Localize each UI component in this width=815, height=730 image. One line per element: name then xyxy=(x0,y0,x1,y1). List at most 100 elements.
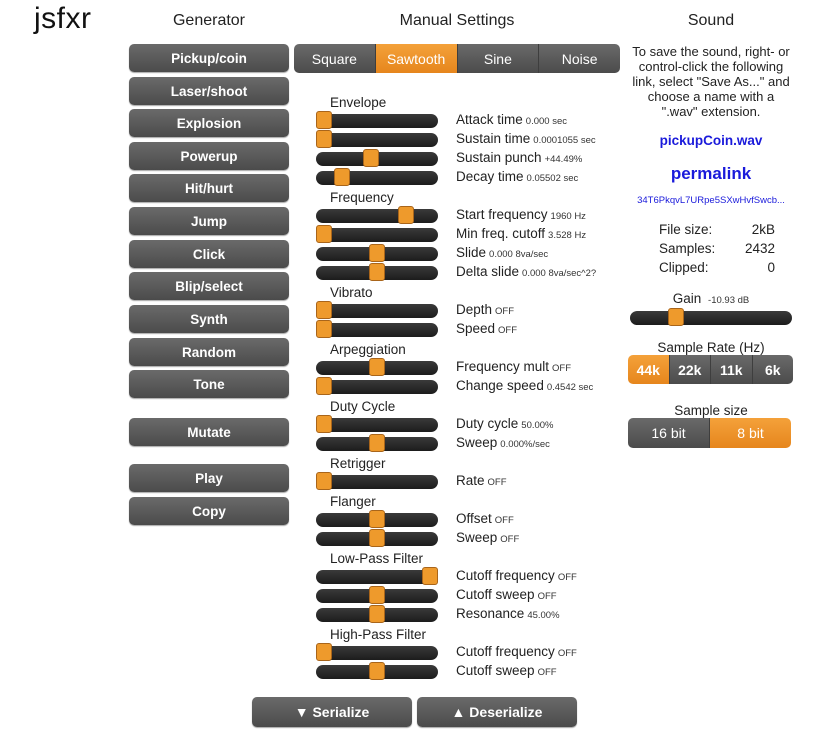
slider-track[interactable] xyxy=(316,225,438,243)
hit-hurt-button[interactable]: Hit/hurt xyxy=(129,174,289,202)
slider-label: Duty cycle 50.00% xyxy=(456,416,554,431)
slider-label-text: Delta slide xyxy=(456,264,520,279)
slider-knob[interactable] xyxy=(316,111,332,129)
slider-knob[interactable] xyxy=(369,586,385,604)
slider-sustain-punch: Sustain punch +44.49% xyxy=(316,149,636,167)
tab-sawtooth[interactable]: Sawtooth xyxy=(375,44,458,73)
permalink-link[interactable]: permalink xyxy=(630,164,792,184)
slider-track[interactable] xyxy=(316,605,438,623)
synth-button[interactable]: Synth xyxy=(129,305,289,333)
slider-knob[interactable] xyxy=(422,567,438,585)
slider-knob[interactable] xyxy=(316,377,332,395)
rate-44k-button[interactable]: 44k xyxy=(628,355,670,384)
sample-rate-selector: 44k 22k 11k 6k xyxy=(628,355,793,384)
slider-track[interactable] xyxy=(316,130,438,148)
slider-label-text: Depth xyxy=(456,302,493,317)
slider-track[interactable] xyxy=(316,263,438,281)
slider-track[interactable] xyxy=(316,510,438,528)
tab-sine[interactable]: Sine xyxy=(457,44,540,73)
slider-start-frequency: Start frequency 1960 Hz xyxy=(316,206,636,224)
slider-value: 45.00% xyxy=(527,610,560,621)
mutate-button[interactable]: Mutate xyxy=(129,418,289,446)
laser-shoot-button[interactable]: Laser/shoot xyxy=(129,77,289,105)
slider-knob[interactable] xyxy=(316,472,332,490)
copy-button[interactable]: Copy xyxy=(129,497,289,525)
section-envelope: Envelope xyxy=(330,95,387,110)
gain-slider[interactable] xyxy=(630,308,792,326)
slider-knob[interactable] xyxy=(316,225,332,243)
slider-knob[interactable] xyxy=(316,415,332,433)
slider-knob[interactable] xyxy=(369,662,385,680)
slider-label-text: Start frequency xyxy=(456,207,548,222)
slider-value: OFF xyxy=(537,667,557,678)
slider-value: OFF xyxy=(552,363,572,374)
powerup-button[interactable]: Powerup xyxy=(129,142,289,170)
slider-track[interactable] xyxy=(316,358,438,376)
slider-track[interactable] xyxy=(316,206,438,224)
slider-knob[interactable] xyxy=(369,529,385,547)
section-flanger: Flanger xyxy=(330,494,376,509)
slider-track[interactable] xyxy=(316,149,438,167)
slider-track[interactable] xyxy=(316,643,438,661)
slider-label: Offset OFF xyxy=(456,511,514,526)
slider-label-text: Rate xyxy=(456,473,485,488)
slider-retrigger-rate: Rate OFF xyxy=(316,472,636,490)
slider-knob[interactable] xyxy=(369,263,385,281)
play-button[interactable]: Play xyxy=(129,464,289,492)
slider-track[interactable] xyxy=(316,472,438,490)
slider-track[interactable] xyxy=(316,662,438,680)
slider-label: Sustain time 0.0001055 sec xyxy=(456,131,596,146)
samples-label: Samples: xyxy=(659,241,716,256)
slider-track[interactable] xyxy=(316,301,438,319)
slider-knob[interactable] xyxy=(369,244,385,262)
slider-track[interactable] xyxy=(316,529,438,547)
permalink-code-link[interactable]: 34T6PkqvL7URpe5SXwHvfSwcb... xyxy=(627,195,795,206)
slider-track[interactable] xyxy=(316,320,438,338)
slider-knob[interactable] xyxy=(397,206,414,224)
slider-knob[interactable] xyxy=(362,149,379,167)
random-button[interactable]: Random xyxy=(129,338,289,366)
slider-knob[interactable] xyxy=(334,168,351,186)
samples-value: 2432 xyxy=(744,241,775,256)
rate-22k-button[interactable]: 22k xyxy=(669,355,711,384)
slider-knob[interactable] xyxy=(369,434,385,452)
pickup-coin-button[interactable]: Pickup/coin xyxy=(129,44,289,72)
slider-track[interactable] xyxy=(316,111,438,129)
slider-knob[interactable] xyxy=(369,605,385,623)
slider-label: Attack time 0.000 sec xyxy=(456,112,567,127)
rate-6k-button[interactable]: 6k xyxy=(752,355,793,384)
slider-knob[interactable] xyxy=(369,358,385,376)
serialize-button[interactable]: ▼ Serialize xyxy=(252,697,412,727)
jump-button[interactable]: Jump xyxy=(129,207,289,235)
slider-label: Cutoff sweep OFF xyxy=(456,663,557,678)
slider-track[interactable] xyxy=(316,415,438,433)
size-16bit-button[interactable]: 16 bit xyxy=(628,418,710,448)
slider-track[interactable] xyxy=(316,244,438,262)
section-arpeggiation: Arpeggiation xyxy=(330,342,406,357)
tone-button[interactable]: Tone xyxy=(129,370,289,398)
blip-select-button[interactable]: Blip/select xyxy=(129,272,289,300)
slider-knob[interactable] xyxy=(316,320,332,338)
explosion-button[interactable]: Explosion xyxy=(129,109,289,137)
size-8bit-button[interactable]: 8 bit xyxy=(710,418,791,448)
slider-track[interactable] xyxy=(316,168,438,186)
slider-track[interactable] xyxy=(316,586,438,604)
tab-square[interactable]: Square xyxy=(294,44,376,73)
gain-slider-knob[interactable] xyxy=(667,308,684,326)
slider-value: 0.000 8va/sec xyxy=(489,249,549,260)
slider-knob[interactable] xyxy=(316,643,332,661)
slider-knob[interactable] xyxy=(369,510,385,528)
slider-vibrato-speed: Speed OFF xyxy=(316,320,636,338)
gain-title: Gain -10.93 dB xyxy=(630,291,792,306)
slider-value: 0.0001055 sec xyxy=(533,135,596,146)
slider-knob[interactable] xyxy=(316,301,332,319)
rate-11k-button[interactable]: 11k xyxy=(711,355,753,384)
slider-track[interactable] xyxy=(316,434,438,452)
deserialize-button[interactable]: ▲ Deserialize xyxy=(417,697,577,727)
click-button[interactable]: Click xyxy=(129,240,289,268)
slider-track[interactable] xyxy=(316,377,438,395)
tab-noise[interactable]: Noise xyxy=(539,44,620,73)
slider-knob[interactable] xyxy=(316,130,332,148)
slider-track[interactable] xyxy=(316,567,438,585)
wav-download-link[interactable]: pickupCoin.wav xyxy=(630,133,792,148)
